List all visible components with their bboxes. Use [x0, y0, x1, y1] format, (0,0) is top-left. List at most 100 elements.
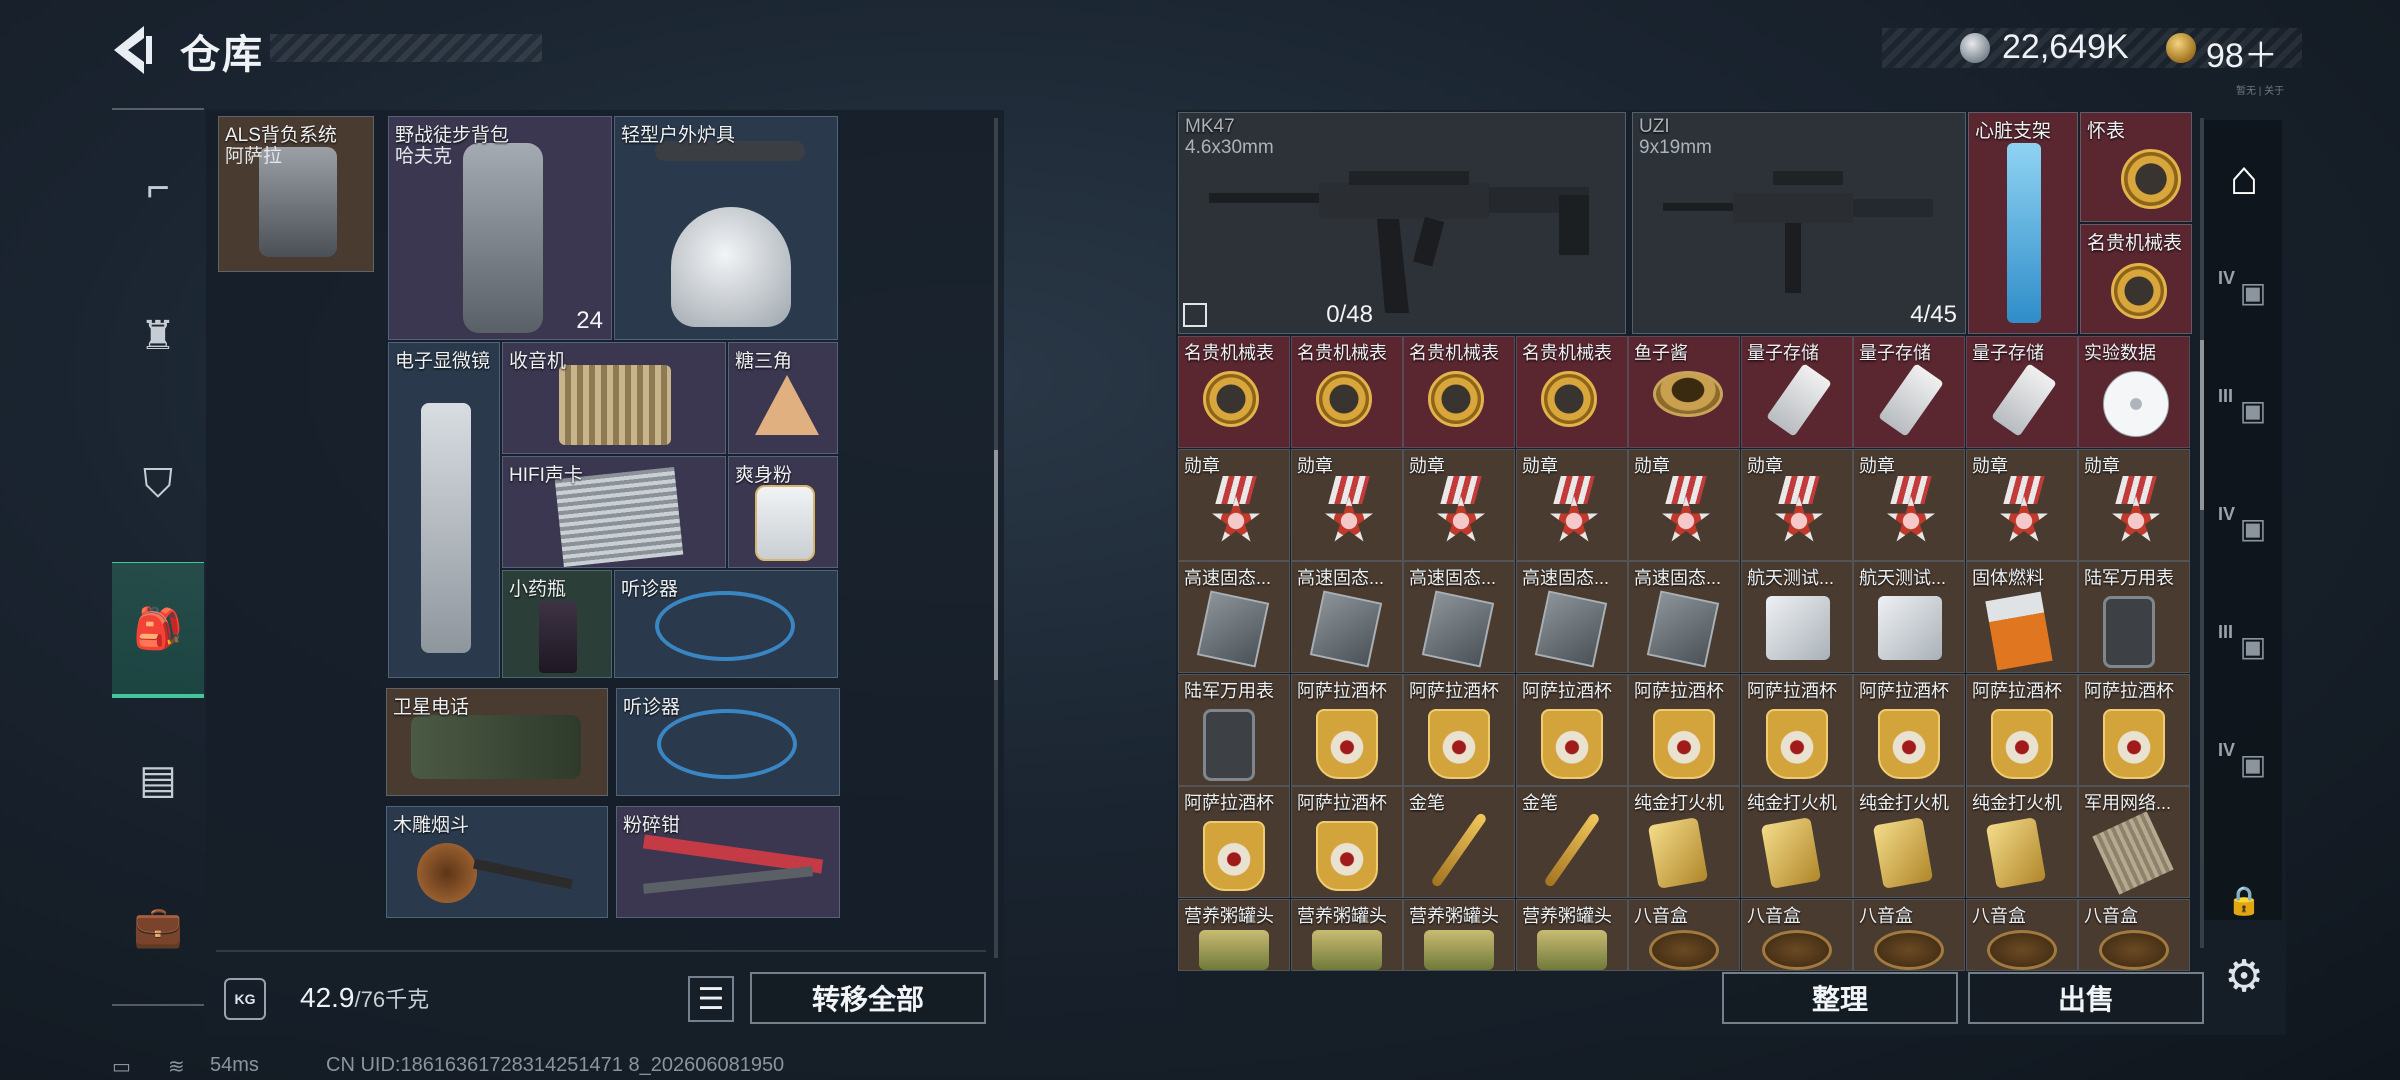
stash-item[interactable]: 高速固态...: [1291, 561, 1403, 673]
stash-item[interactable]: 阿萨拉酒杯: [1403, 674, 1515, 786]
nav-divider-bottom: [112, 1004, 204, 1006]
settings-button[interactable]: ⚙: [2214, 946, 2274, 1006]
stash-item[interactable]: 阿萨拉酒杯: [2078, 674, 2190, 786]
stash-item[interactable]: 固体燃料: [1966, 561, 2078, 673]
item-heart-stent[interactable]: 心脏支架: [1968, 112, 2078, 334]
user-uid: CN UID:18616361728314251471 8_2026060819…: [326, 1054, 785, 1076]
backpack-item[interactable]: ALS背负系统 阿萨拉: [218, 116, 374, 272]
stash-item[interactable]: 勋章: [1628, 449, 1740, 561]
stash-item[interactable]: 营养粥罐头: [1291, 899, 1403, 971]
backpack-item[interactable]: 听诊器: [614, 570, 838, 678]
nav-backpack[interactable]: 🎒: [112, 562, 204, 698]
sell-button[interactable]: 出售: [1968, 972, 2204, 1024]
stash-item[interactable]: 鱼子酱: [1628, 336, 1740, 448]
stash-item[interactable]: 航天测试...: [1741, 561, 1853, 673]
stash-item[interactable]: 勋章: [1741, 449, 1853, 561]
backpack-item[interactable]: 爽身粉: [728, 456, 838, 568]
nav-chest-rig[interactable]: ▤: [112, 720, 204, 840]
backpack-item[interactable]: 粉碎钳: [616, 806, 840, 918]
backpack-item[interactable]: 轻型户外炉具: [614, 116, 838, 340]
stash-item[interactable]: 阿萨拉酒杯: [1516, 674, 1628, 786]
stash-item[interactable]: 勋章: [1853, 449, 1965, 561]
stash-item[interactable]: 阿萨拉酒杯: [1291, 674, 1403, 786]
list-view-button[interactable]: ☰: [688, 976, 734, 1022]
nav-case[interactable]: 💼: [112, 866, 204, 986]
stash-item[interactable]: 阿萨拉酒杯: [1853, 674, 1965, 786]
stash-item[interactable]: 金笔: [1403, 786, 1515, 898]
stash-item[interactable]: 八音盒: [1853, 899, 1965, 971]
weapon-mk47-slot[interactable]: MK47 4.6x30mm 0/48: [1178, 112, 1626, 334]
item-luxury-watch[interactable]: 名贵机械表: [2080, 224, 2192, 334]
weapon-case-icon: ▣: [2239, 394, 2267, 426]
item-name: 勋章: [1297, 456, 1333, 476]
stash-item[interactable]: 阿萨拉酒杯: [1178, 786, 1290, 898]
stash-item[interactable]: 营养粥罐头: [1178, 899, 1290, 971]
stash-item[interactable]: 勋章: [1291, 449, 1403, 561]
stash-item[interactable]: 陆军万用表: [2078, 561, 2190, 673]
stash-item[interactable]: 金笔: [1516, 786, 1628, 898]
backpack-item[interactable]: 卫星电话: [386, 688, 608, 796]
backpack-item[interactable]: 野战徒步背包 哈夫克 24: [388, 116, 612, 340]
stash-item[interactable]: 勋章: [2078, 449, 2190, 561]
item-pocket-watch[interactable]: 怀表: [2080, 112, 2192, 222]
silver-currency-amount[interactable]: 22,649K: [2002, 28, 2129, 67]
nav-armor[interactable]: ⛉: [112, 424, 204, 544]
nav-weapons[interactable]: ⌐: [112, 128, 204, 248]
item-name: 量子存储: [1859, 343, 1931, 363]
stash-tab-main[interactable]: ⌂: [2214, 148, 2274, 208]
stash-item[interactable]: 军用网络...: [2078, 786, 2190, 898]
stash-item[interactable]: 营养粥罐头: [1516, 899, 1628, 971]
backpack-item[interactable]: 木雕烟斗: [386, 806, 608, 918]
backpack-item[interactable]: 小药瓶: [502, 570, 612, 678]
stash-item[interactable]: 高速固态...: [1628, 561, 1740, 673]
weapon-uzi-slot[interactable]: UZI 9x19mm 4/45: [1632, 112, 1966, 334]
stash-item[interactable]: 航天测试...: [1853, 561, 1965, 673]
stash-item[interactable]: 阿萨拉酒杯: [1291, 786, 1403, 898]
stash-tab-2[interactable]: III ▣: [2214, 380, 2274, 440]
lock-button[interactable]: 🔒: [2214, 870, 2274, 930]
stash-item[interactable]: 量子存储: [1853, 336, 1965, 448]
stash-item[interactable]: 勋章: [1966, 449, 2078, 561]
backpack-item[interactable]: 电子显微镜: [388, 342, 500, 678]
stash-item[interactable]: 纯金打火机: [1966, 786, 2078, 898]
back-arrow-icon[interactable]: [110, 22, 158, 78]
backpack-scroll-thumb[interactable]: [994, 450, 998, 680]
backpack-item[interactable]: 收音机: [502, 342, 726, 454]
stash-tab-4[interactable]: III ▣: [2214, 616, 2274, 676]
stash-item[interactable]: 高速固态...: [1178, 561, 1290, 673]
stash-tab-1[interactable]: IV ▣: [2214, 262, 2274, 322]
nav-helmet[interactable]: ♜: [112, 276, 204, 396]
stash-item[interactable]: 陆军万用表: [1178, 674, 1290, 786]
stash-item[interactable]: 高速固态...: [1516, 561, 1628, 673]
stash-item[interactable]: 高速固态...: [1403, 561, 1515, 673]
stash-item[interactable]: 勋章: [1178, 449, 1290, 561]
stash-item[interactable]: 名贵机械表: [1516, 336, 1628, 448]
stash-item[interactable]: 量子存储: [1741, 336, 1853, 448]
stash-item[interactable]: 勋章: [1403, 449, 1515, 561]
stash-item[interactable]: 八音盒: [1628, 899, 1740, 971]
stash-item[interactable]: 名贵机械表: [1403, 336, 1515, 448]
stash-item[interactable]: 阿萨拉酒杯: [1966, 674, 2078, 786]
stash-item[interactable]: 实验数据: [2078, 336, 2190, 448]
stash-item[interactable]: 八音盒: [1741, 899, 1853, 971]
stash-tab-3[interactable]: IV ▣: [2214, 498, 2274, 558]
backpack-item[interactable]: HIFI声卡: [502, 456, 726, 568]
gold-currency-amount[interactable]: 98＋: [2206, 28, 2278, 77]
stash-item[interactable]: 名贵机械表: [1178, 336, 1290, 448]
sort-button[interactable]: 整理: [1722, 972, 1958, 1024]
backpack-item[interactable]: 糖三角: [728, 342, 838, 454]
stash-item[interactable]: 纯金打火机: [1628, 786, 1740, 898]
stash-item[interactable]: 阿萨拉酒杯: [1741, 674, 1853, 786]
stash-item[interactable]: 纯金打火机: [1853, 786, 1965, 898]
stash-item[interactable]: 纯金打火机: [1741, 786, 1853, 898]
stash-item[interactable]: 营养粥罐头: [1403, 899, 1515, 971]
stash-item[interactable]: 勋章: [1516, 449, 1628, 561]
transfer-all-button[interactable]: 转移全部: [750, 972, 986, 1024]
stash-tab-5[interactable]: IV ▣: [2214, 734, 2274, 794]
stash-item[interactable]: 八音盒: [2078, 899, 2190, 971]
stash-item[interactable]: 量子存储: [1966, 336, 2078, 448]
stash-item[interactable]: 八音盒: [1966, 899, 2078, 971]
stash-item[interactable]: 名贵机械表: [1291, 336, 1403, 448]
backpack-item[interactable]: 听诊器: [616, 688, 840, 796]
stash-item[interactable]: 阿萨拉酒杯: [1628, 674, 1740, 786]
